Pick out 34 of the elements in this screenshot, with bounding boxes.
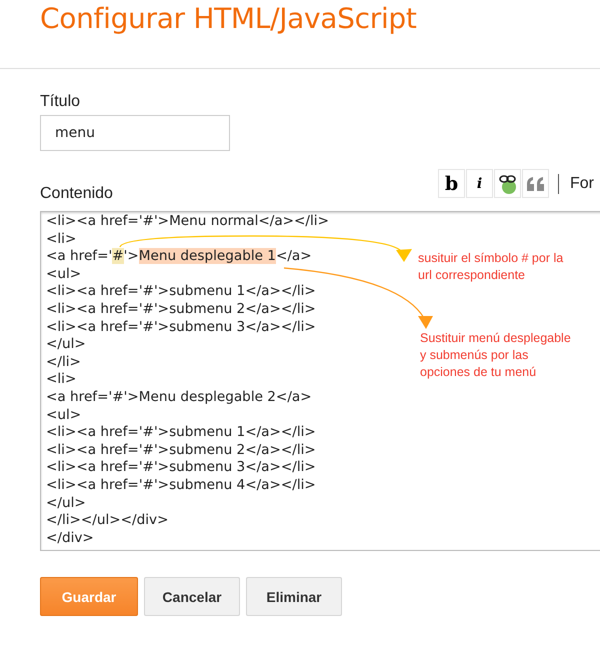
code-line: </li></ul></div>	[46, 512, 168, 530]
annotation-note: susituir el símbolo # por la url correspondiente	[418, 250, 564, 284]
field-label: Contenido	[40, 185, 113, 203]
code-line: </div>	[46, 530, 94, 548]
code-line: <li><a href='#'>Menu normal</a></li>	[46, 213, 329, 231]
code-line: <li><a href='#'>submenu 2</a></li>	[46, 442, 316, 460]
code-line: <li><a href='#'>submenu 1</a></li>	[46, 424, 316, 442]
code-line: <ul>	[46, 266, 82, 284]
code-line: <ul>	[46, 406, 82, 424]
code-line: <li><a href='#'>submenu 3</a></li>	[46, 459, 316, 477]
code-line: </ul>	[46, 336, 86, 354]
action-button[interactable]: Cancelar	[144, 577, 240, 616]
code-line: <li><a href='#'>submenu 1</a></li>	[46, 283, 316, 301]
link-icon	[496, 172, 518, 194]
link-button[interactable]	[494, 169, 521, 198]
code-line: <a href='#'>Menu desplegable 1</a>	[46, 248, 312, 266]
code-line: <li><a href='#'>submenu 2</a></li>	[46, 300, 316, 319]
page-title: Configurar HTML/JavaScript	[39, 1, 418, 36]
title-field[interactable]: menu	[40, 115, 230, 151]
code-line: <li>	[46, 230, 76, 248]
annotation-note: Sustituir menú desplegable y submenús por las opciones de tu menú	[420, 330, 572, 381]
quote-icon	[526, 176, 546, 192]
action-button[interactable]: Eliminar	[246, 577, 342, 616]
code-line: </li>	[46, 354, 81, 372]
italic-button[interactable]: i	[466, 169, 493, 198]
code-line: <li><a href='#'>submenu 3</a></li>	[46, 318, 316, 336]
toolbar-menu[interactable]: For	[570, 174, 594, 192]
code-line: <li><a href='#'>submenu 4</a></li>	[46, 476, 316, 494]
field-label: Título	[40, 93, 82, 111]
code-line: </ul>	[46, 494, 86, 512]
code-editor[interactable]	[40, 211, 600, 551]
bold-button[interactable]: b	[438, 169, 465, 198]
code-line: <li>	[46, 371, 76, 389]
code-line: <a href='#'>Menu desplegable 2</a>	[46, 388, 312, 407]
